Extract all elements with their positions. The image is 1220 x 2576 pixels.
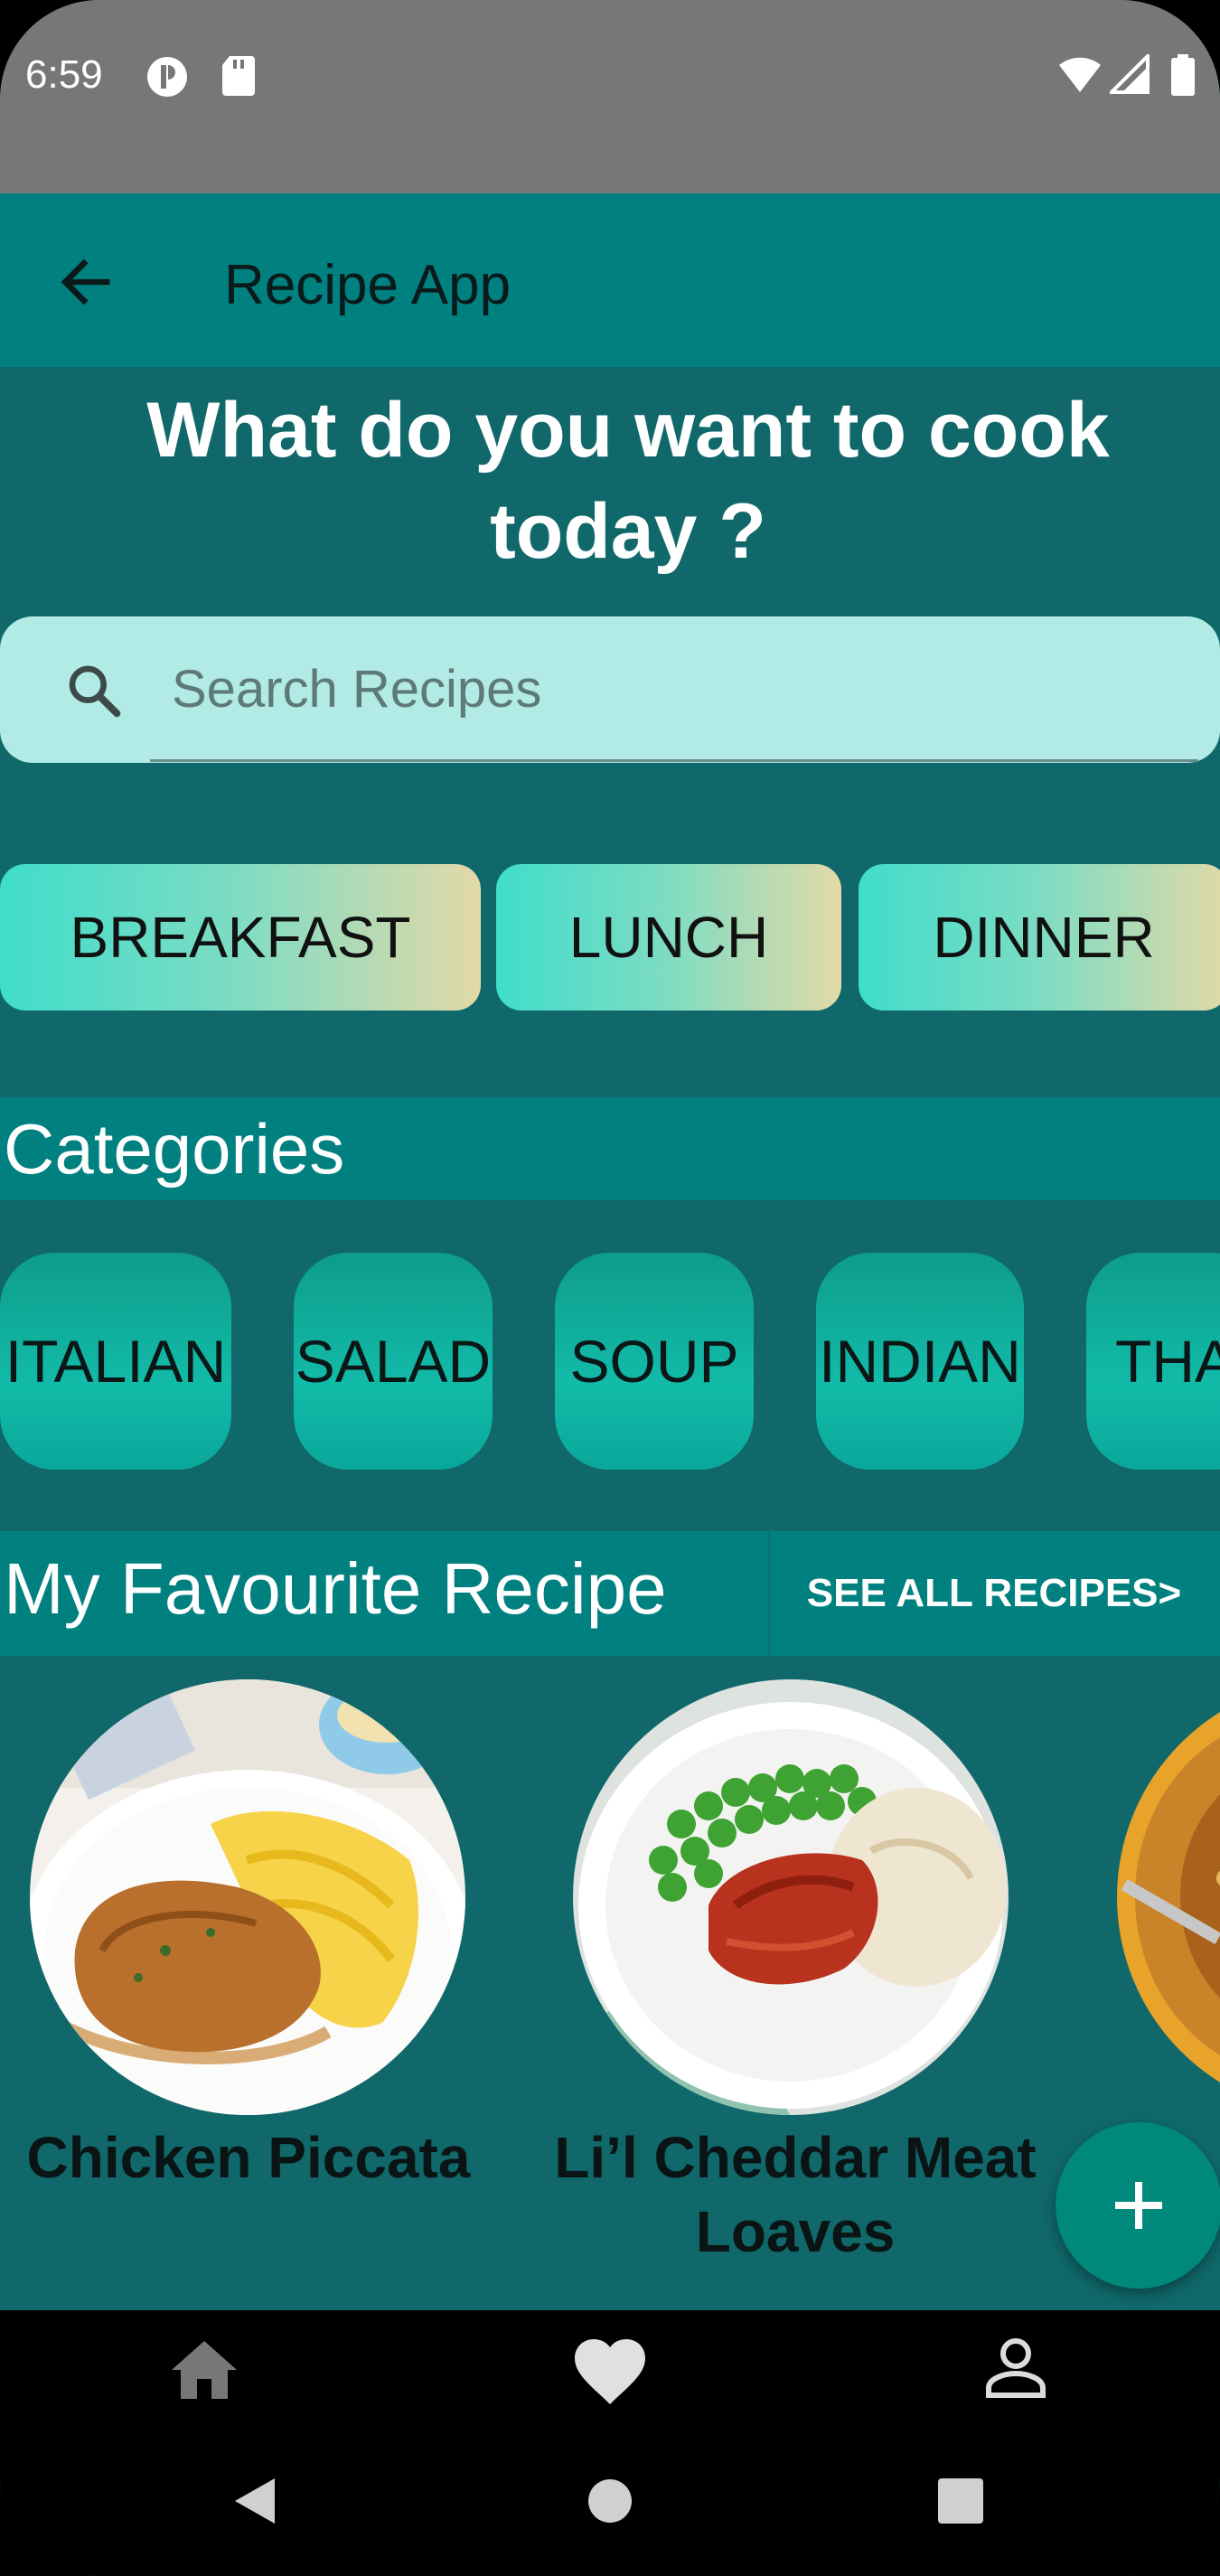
home-circle-icon[interactable] bbox=[586, 2477, 634, 2525]
back-triangle-icon[interactable] bbox=[231, 2475, 278, 2527]
category-salad[interactable]: SALAD bbox=[294, 1253, 493, 1470]
chicken-piccata-photo bbox=[30, 1679, 465, 2115]
recipe-name-chicken-piccata[interactable]: Chicken Piccata bbox=[0, 2120, 497, 2195]
app-title: Recipe App bbox=[224, 254, 511, 316]
recipe-image-cheddar-meat-loaves[interactable] bbox=[573, 1679, 1009, 2115]
search-underline bbox=[150, 759, 1198, 762]
breakfast-button[interactable]: BREAKFAST bbox=[0, 864, 481, 1011]
bottom-navigation bbox=[0, 2310, 1220, 2576]
battery-icon bbox=[1171, 54, 1195, 96]
signal-icon bbox=[1110, 54, 1150, 94]
recipe-name-line-2: Loaves bbox=[695, 2199, 896, 2264]
category-indian[interactable]: INDIAN bbox=[816, 1253, 1024, 1470]
person-icon[interactable] bbox=[983, 2336, 1048, 2401]
search-bar[interactable] bbox=[0, 616, 1220, 763]
meat-loaves-photo bbox=[573, 1679, 1009, 2115]
recipe-image-partial[interactable] bbox=[1117, 1679, 1220, 2115]
app-bar: Recipe App bbox=[0, 193, 1220, 367]
category-soup[interactable]: SOUP bbox=[555, 1253, 754, 1470]
add-recipe-fab[interactable] bbox=[1056, 2122, 1220, 2289]
recipe-name-cheddar-meat-loaves[interactable]: Li’l Cheddar Meat Loaves bbox=[542, 2120, 1048, 2269]
phone-screen: 6:59 Recipe App What do you want to cook… bbox=[0, 0, 1220, 2576]
back-arrow-icon[interactable] bbox=[52, 248, 121, 316]
page-headline: What do you want to cook today ? bbox=[0, 380, 1220, 582]
status-bar: 6:59 bbox=[0, 0, 1220, 193]
headline-line-1: What do you want to cook bbox=[146, 387, 1110, 474]
dinner-button[interactable]: DINNER bbox=[859, 864, 1220, 1011]
recipe-name-line-1: Li’l Cheddar Meat bbox=[554, 2125, 1037, 2190]
recents-square-icon[interactable] bbox=[936, 2477, 985, 2525]
see-all-recipes-button[interactable]: SEE ALL RECIPES> bbox=[768, 1531, 1220, 1656]
search-icon bbox=[69, 665, 121, 718]
categories-header: Categories bbox=[0, 1097, 1220, 1200]
sd-card-icon bbox=[222, 56, 255, 96]
wifi-icon bbox=[1059, 57, 1101, 92]
headline-line-2: today ? bbox=[490, 488, 766, 575]
status-time: 6:59 bbox=[25, 52, 103, 97]
category-italian[interactable]: ITALIAN bbox=[0, 1253, 231, 1470]
category-thai[interactable]: THA bbox=[1086, 1253, 1220, 1470]
search-input[interactable] bbox=[172, 653, 1166, 725]
heart-icon[interactable] bbox=[573, 2337, 647, 2406]
recipe-name-line-1: Chicken Piccata bbox=[26, 2125, 471, 2190]
recipe-photo-partial bbox=[1117, 1679, 1220, 2115]
plus-icon bbox=[1115, 2182, 1162, 2229]
favourites-header: My Favourite Recipe SEE ALL RECIPES> bbox=[0, 1531, 1220, 1656]
lunch-button[interactable]: LUNCH bbox=[496, 864, 841, 1011]
play-protect-icon bbox=[147, 57, 187, 97]
recipe-image-chicken-piccata[interactable] bbox=[30, 1679, 465, 2115]
categories-title: Categories bbox=[4, 1109, 345, 1189]
favourites-title: My Favourite Recipe bbox=[4, 1548, 667, 1629]
home-icon[interactable] bbox=[168, 2337, 240, 2402]
